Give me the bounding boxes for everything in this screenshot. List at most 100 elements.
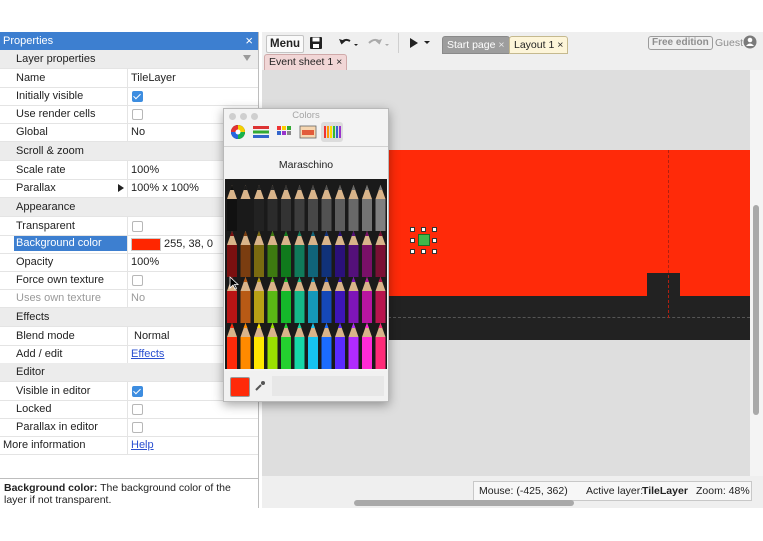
resize-handle[interactable]: [421, 227, 426, 232]
category-layer-properties[interactable]: Layer properties: [0, 50, 258, 69]
crayon[interactable]: [240, 199, 251, 231]
crayon-grid[interactable]: [225, 179, 387, 369]
user-name[interactable]: Guest: [715, 37, 743, 49]
expand-triangle-icon[interactable]: [118, 184, 124, 192]
user-avatar-icon[interactable]: [743, 35, 757, 49]
color-sliders-icon[interactable]: [252, 125, 270, 139]
transparent-checkbox[interactable]: [132, 221, 143, 232]
image-palettes-icon[interactable]: [299, 125, 317, 139]
prop-row-parallax-in-editor[interactable]: Parallax in editor: [0, 418, 258, 437]
category-editor[interactable]: Editor: [0, 363, 258, 382]
tab-layout-1[interactable]: Layout 1 ×: [509, 36, 569, 54]
resize-handle[interactable]: [432, 249, 437, 254]
crayon[interactable]: [281, 291, 291, 323]
prop-row-name[interactable]: Name TileLayer: [0, 69, 258, 88]
prop-row-locked[interactable]: Locked: [0, 400, 258, 419]
prop-row-background-color[interactable]: Background color 255, 38, 0: [0, 235, 258, 254]
crayon[interactable]: [267, 337, 278, 369]
crayons-icon[interactable]: [323, 125, 341, 139]
selected-sprite[interactable]: [418, 234, 430, 246]
prop-row-visible-in-editor[interactable]: Visible in editor: [0, 382, 258, 401]
crayon[interactable]: [335, 199, 345, 231]
crayon[interactable]: [308, 245, 318, 277]
crayon[interactable]: [227, 199, 237, 231]
layout-background[interactable]: [388, 150, 750, 298]
resize-handle[interactable]: [410, 249, 415, 254]
crayon[interactable]: [267, 245, 278, 277]
crayon[interactable]: [362, 337, 372, 369]
crayon[interactable]: [294, 245, 305, 277]
crayon[interactable]: [294, 337, 305, 369]
window-close-dot[interactable]: [229, 113, 236, 120]
category-scroll-zoom[interactable]: Scroll & zoom: [0, 142, 258, 161]
crayon[interactable]: [308, 337, 318, 369]
category-appearance[interactable]: Appearance: [0, 198, 258, 217]
crayon[interactable]: [348, 337, 359, 369]
tab-event-sheet-1[interactable]: Event sheet 1 ×: [264, 54, 348, 71]
window-zoom-dot[interactable]: [251, 113, 258, 120]
color-palettes-icon[interactable]: [276, 125, 292, 139]
prop-row-blend-mode[interactable]: Blend mode Normal: [0, 327, 258, 346]
force-own-texture-checkbox[interactable]: [132, 275, 143, 286]
crayon[interactable]: [294, 291, 305, 323]
close-icon[interactable]: ×: [245, 33, 253, 48]
category-effects[interactable]: Effects: [0, 308, 258, 327]
effects-link[interactable]: Effects: [131, 348, 164, 360]
resize-handle[interactable]: [410, 238, 415, 243]
crayon[interactable]: [281, 199, 291, 231]
tab-start-page[interactable]: Start page ×: [442, 36, 510, 54]
crayon[interactable]: [281, 245, 291, 277]
window-minimize-dot[interactable]: [240, 113, 247, 120]
locked-checkbox[interactable]: [132, 404, 143, 415]
prop-row-initially-visible[interactable]: Initially visible: [0, 87, 258, 106]
prop-row-opacity[interactable]: Opacity 100%: [0, 253, 258, 272]
prop-row-use-render-cells[interactable]: Use render cells: [0, 105, 258, 124]
crayon[interactable]: [254, 291, 264, 323]
help-link[interactable]: Help: [131, 439, 154, 451]
crayon[interactable]: [227, 337, 237, 369]
colors-dialog[interactable]: Colors Maraschino: [223, 108, 389, 402]
crayon[interactable]: [335, 245, 345, 277]
crayon[interactable]: [254, 337, 264, 369]
eyedropper-icon[interactable]: [254, 380, 266, 392]
tilemap-block[interactable]: [647, 273, 680, 297]
tab-close-icon[interactable]: ×: [557, 39, 563, 51]
prop-row-transparent[interactable]: Transparent: [0, 217, 258, 236]
crayon[interactable]: [348, 199, 359, 231]
saved-swatches[interactable]: [272, 376, 384, 396]
resize-handle[interactable]: [432, 238, 437, 243]
vertical-scroll-thumb[interactable]: [753, 205, 759, 415]
crayon[interactable]: [308, 199, 318, 231]
crayon[interactable]: [362, 199, 372, 231]
color-wheel-icon[interactable]: [230, 124, 246, 140]
crayon[interactable]: [281, 337, 291, 369]
crayon[interactable]: [227, 245, 237, 277]
prop-row-global[interactable]: Global No: [0, 123, 258, 142]
crayon[interactable]: [362, 245, 372, 277]
crayon-picker[interactable]: [225, 179, 387, 369]
current-color-swatch[interactable]: [230, 377, 250, 397]
crayon[interactable]: [375, 291, 386, 323]
prop-row-more-information[interactable]: More information Help: [0, 436, 258, 455]
free-edition-badge[interactable]: Free edition: [648, 36, 713, 50]
collapse-icon[interactable]: [243, 55, 251, 61]
crayon[interactable]: [240, 245, 251, 277]
crayon[interactable]: [335, 291, 345, 323]
resize-handle[interactable]: [410, 227, 415, 232]
save-icon[interactable]: [309, 36, 323, 50]
crayon[interactable]: [348, 245, 359, 277]
prop-row-parallax[interactable]: Parallax 100% x 100%: [0, 179, 258, 198]
parallax-in-editor-checkbox[interactable]: [132, 422, 143, 433]
resize-handle[interactable]: [421, 249, 426, 254]
tab-close-icon[interactable]: ×: [336, 56, 342, 68]
initially-visible-checkbox[interactable]: [132, 91, 143, 102]
crayon[interactable]: [375, 337, 386, 369]
horizontal-scroll-thumb[interactable]: [354, 500, 574, 506]
visible-in-editor-checkbox[interactable]: [132, 386, 143, 397]
crayon[interactable]: [240, 291, 251, 323]
crayon[interactable]: [254, 199, 264, 231]
crayon[interactable]: [321, 337, 332, 369]
undo-icon[interactable]: [337, 36, 359, 50]
crayon[interactable]: [240, 337, 251, 369]
crayon[interactable]: [362, 291, 372, 323]
